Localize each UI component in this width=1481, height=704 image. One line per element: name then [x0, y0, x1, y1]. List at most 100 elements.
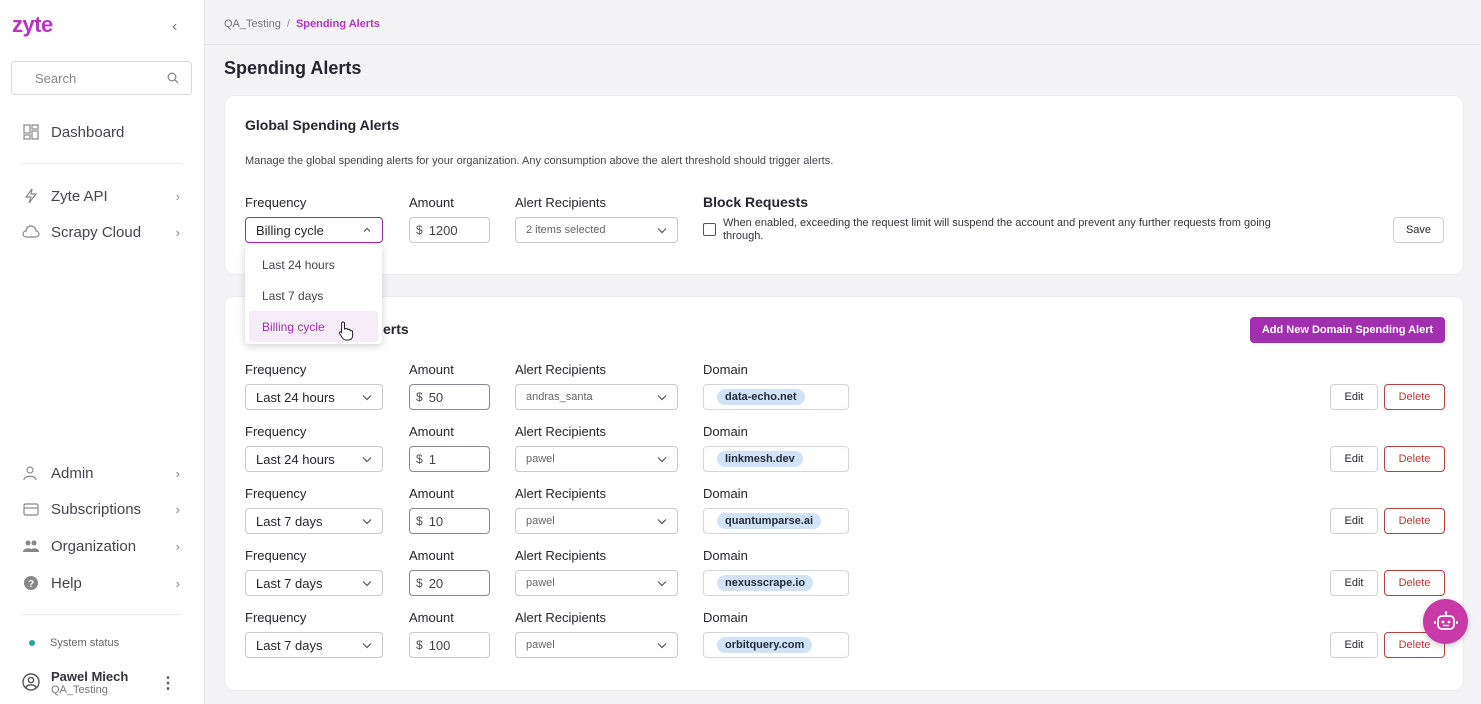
edit-button[interactable]: Edit	[1330, 384, 1378, 410]
system-status-label: System status	[50, 637, 120, 649]
alert-recipients-select[interactable]: pawel	[515, 446, 678, 472]
chevron-right-icon: ›	[175, 188, 180, 204]
delete-button[interactable]: Delete	[1384, 570, 1445, 596]
sidebar-item-organization[interactable]: Organization ›	[22, 533, 180, 559]
add-domain-alert-button[interactable]: Add New Domain Spending Alert	[1250, 317, 1445, 343]
chevron-down-icon	[362, 519, 372, 525]
page-title: Spending Alerts	[224, 58, 362, 78]
block-requests-label: Block Requests	[703, 194, 809, 210]
amount-input[interactable]	[428, 389, 479, 405]
sidebar-item-label: Help	[51, 574, 82, 592]
sidebar-item-dashboard[interactable]: Dashboard	[22, 119, 180, 145]
chevron-down-icon	[657, 519, 667, 525]
sidebar-item-admin[interactable]: Admin ›	[22, 460, 180, 486]
chevron-up-icon	[363, 227, 371, 232]
amount-input[interactable]	[428, 637, 479, 653]
save-button[interactable]: Save	[1393, 217, 1444, 243]
delete-button[interactable]: Delete	[1384, 446, 1445, 472]
recipients-value: 2 items selected	[526, 224, 606, 236]
sidebar-item-help[interactable]: ? Help ›	[22, 570, 180, 596]
alert-recipients-label: Alert Recipients	[515, 548, 607, 563]
domain-field[interactable]: nexusscrape.io	[703, 570, 849, 596]
amount-input[interactable]	[428, 575, 479, 591]
domain-chip: quantumparse.ai	[717, 513, 822, 529]
alert-recipients-label: Alert Recipients	[515, 486, 607, 501]
frequency-value: Last 24 hours	[256, 451, 335, 467]
alert-recipients-select[interactable]: pawel	[515, 632, 678, 658]
frequency-value: Billing cycle	[256, 222, 324, 238]
breadcrumb-current: Spending Alerts	[295, 18, 380, 30]
frequency-label: Frequency	[245, 362, 307, 377]
card-title: Global Spending Alerts	[245, 117, 400, 133]
edit-button[interactable]: Edit	[1330, 446, 1378, 472]
domain-field[interactable]: linkmesh.dev	[703, 446, 849, 472]
alert-recipients-select[interactable]: 2 items selected	[515, 217, 678, 243]
frequency-select[interactable]: Last 7 days	[245, 632, 383, 658]
amount-field[interactable]: $	[409, 570, 490, 596]
currency-symbol: $	[416, 223, 423, 237]
amount-input[interactable]	[428, 513, 479, 529]
frequency-select[interactable]: Last 7 days	[245, 508, 383, 534]
recipients-value: andras_santa	[526, 391, 593, 403]
alert-recipients-select[interactable]: pawel	[515, 508, 678, 534]
recipients-value: pawel	[526, 577, 555, 589]
sidebar-item-subscriptions[interactable]: Subscriptions ›	[22, 496, 180, 522]
assistant-bot-button[interactable]	[1423, 599, 1468, 644]
frequency-select[interactable]: Billing cycle	[245, 217, 383, 243]
chevron-down-icon	[657, 457, 667, 463]
amount-label: Amount	[409, 424, 454, 439]
more-vertical-icon[interactable]: ⋮	[160, 673, 176, 693]
cloud-icon	[22, 223, 40, 241]
bolt-icon	[22, 187, 40, 205]
alert-recipients-select[interactable]: andras_santa	[515, 384, 678, 410]
frequency-label: Frequency	[245, 424, 307, 439]
sidebar-item-zyte-api[interactable]: Zyte API ›	[22, 183, 180, 209]
divider	[22, 163, 182, 164]
amount-field[interactable]: $	[409, 446, 490, 472]
domain-label: Domain	[703, 610, 748, 625]
frequency-select[interactable]: Last 7 days	[245, 570, 383, 596]
domain-chip: nexusscrape.io	[717, 575, 814, 591]
block-requests-checkbox[interactable]	[703, 223, 716, 236]
domain-field[interactable]: quantumparse.ai	[703, 508, 849, 534]
chevron-down-icon	[362, 395, 372, 401]
amount-label: Amount	[409, 362, 454, 377]
edit-button[interactable]: Edit	[1330, 508, 1378, 534]
dropdown-option-selected[interactable]: Billing cycle	[249, 311, 378, 342]
delete-button[interactable]: Delete	[1384, 384, 1445, 410]
search-box[interactable]	[11, 61, 192, 95]
chevron-down-icon	[657, 581, 667, 587]
amount-field[interactable]: $	[409, 508, 490, 534]
people-icon	[22, 537, 40, 555]
frequency-select[interactable]: Last 24 hours	[245, 384, 383, 410]
robot-icon	[1433, 610, 1458, 630]
dropdown-option[interactable]: Last 7 days	[249, 280, 378, 311]
collapse-sidebar-icon[interactable]: ‹	[172, 19, 186, 35]
user-name: Pawel Miech	[51, 668, 129, 684]
amount-input[interactable]	[428, 222, 479, 238]
domain-field[interactable]: orbitquery.com	[703, 632, 849, 658]
alert-recipients-label: Alert Recipients	[515, 195, 607, 210]
domain-label: Domain	[703, 362, 748, 377]
sidebar-item-scrapy-cloud[interactable]: Scrapy Cloud ›	[22, 219, 180, 245]
header-divider	[205, 44, 1481, 45]
search-input[interactable]	[35, 70, 155, 86]
edit-button[interactable]: Edit	[1330, 570, 1378, 596]
frequency-select[interactable]: Last 24 hours	[245, 446, 383, 472]
edit-button[interactable]: Edit	[1330, 632, 1378, 658]
frequency-label: Frequency	[245, 548, 307, 563]
user-profile[interactable]: Pawel Miech QA_Testing ⋮	[22, 667, 182, 697]
frequency-value: Last 7 days	[256, 575, 323, 591]
domain-field[interactable]: data-echo.net	[703, 384, 849, 410]
amount-input[interactable]	[428, 451, 479, 467]
dropdown-option[interactable]: Last 24 hours	[249, 249, 378, 280]
amount-field[interactable]: $	[409, 632, 490, 658]
breadcrumb-parent[interactable]: QA_Testing	[224, 18, 281, 30]
alert-recipients-select[interactable]: pawel	[515, 570, 678, 596]
amount-field[interactable]: $	[409, 384, 490, 410]
currency-symbol: $	[416, 514, 423, 528]
delete-button[interactable]: Delete	[1384, 508, 1445, 534]
amount-field[interactable]: $	[409, 217, 490, 243]
zyte-logo[interactable]: zyte	[12, 12, 53, 38]
system-status[interactable]: System status	[29, 637, 119, 649]
